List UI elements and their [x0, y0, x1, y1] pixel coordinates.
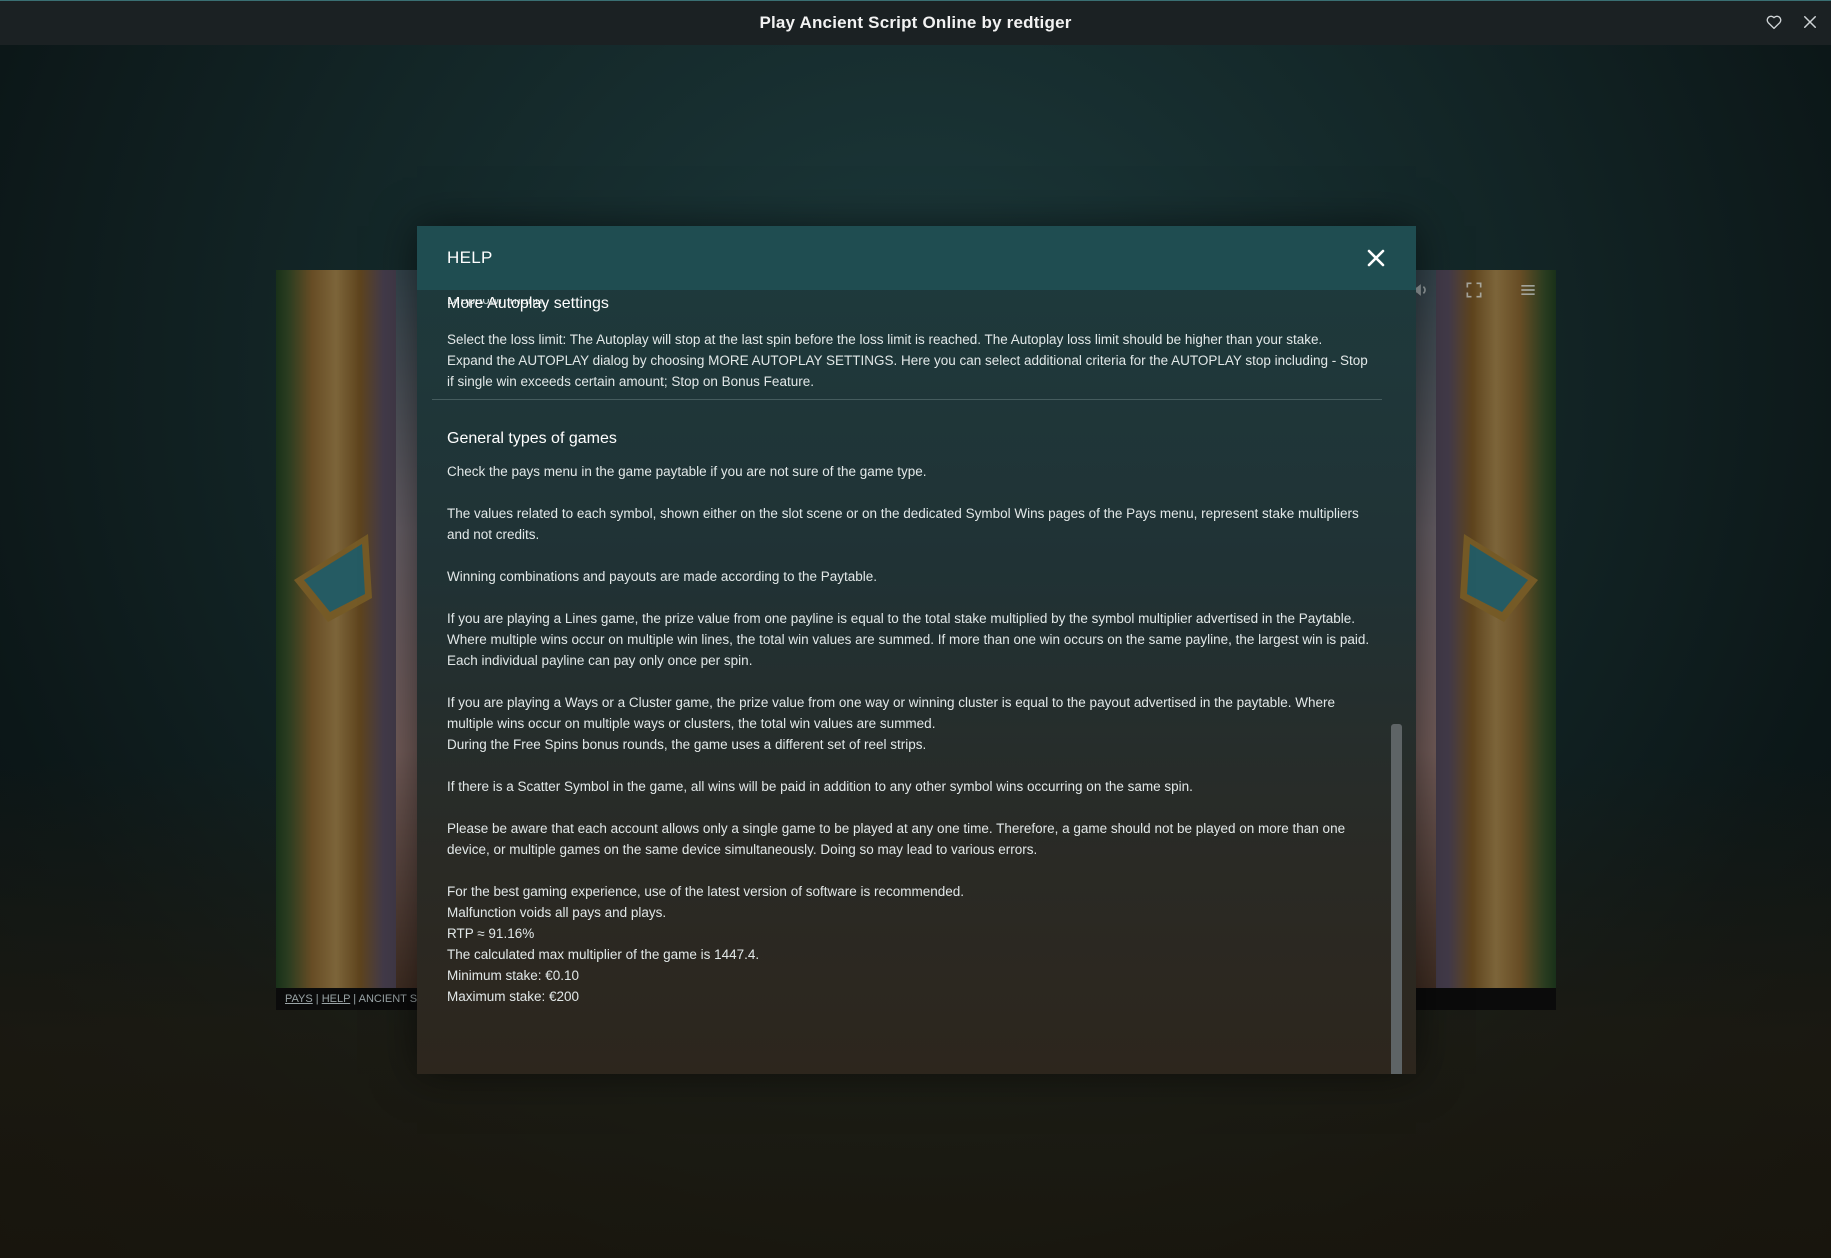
game-controls — [1410, 280, 1538, 300]
paragraph: Select the loss limit: The Autoplay will… — [447, 331, 1323, 347]
paragraph: The values related to each symbol, shown… — [447, 505, 1359, 542]
heart-outline-icon[interactable] — [1763, 11, 1785, 33]
window-title-bar: Play Ancient Script Online by redtiger — [0, 0, 1831, 45]
dialog-title: HELP — [447, 248, 493, 267]
menu-icon[interactable] — [1518, 280, 1538, 300]
window-actions — [1763, 11, 1821, 33]
right-gem-arrow-icon — [1460, 534, 1538, 622]
rtp-value: RTP ≈ 91.16% — [447, 926, 535, 942]
game-name-link: ANCIENT S — [358, 993, 418, 1005]
paragraph: Please be aware that each account allows… — [447, 820, 1346, 857]
game-footer-links: PAYS | HELP | ANCIENT S — [285, 993, 418, 1005]
paragraph: Malfunction voids all pays and plays. — [447, 905, 667, 921]
paragraph: If you are playing a Lines game, the pri… — [447, 610, 1370, 668]
paragraph: During the Free Spins bonus rounds, the … — [447, 736, 927, 752]
help-dialog-content[interactable]: Dropdown menu. More Autoplay settings Se… — [417, 290, 1416, 1074]
paragraph: If there is a Scatter Symbol in the game… — [447, 778, 1193, 794]
paragraph: If you are playing a Ways or a Cluster g… — [447, 694, 1335, 731]
paragraph: Winning combinations and payouts are mad… — [447, 568, 878, 584]
section-heading: More Autoplay settings — [447, 294, 609, 312]
left-gem-arrow-icon — [294, 534, 372, 622]
window-title: Play Ancient Script Online by redtiger — [759, 13, 1072, 32]
close-icon[interactable] — [1364, 246, 1388, 270]
section-divider — [432, 398, 1382, 400]
left-pillar-decoration — [276, 270, 396, 990]
scrollbar-thumb[interactable] — [1391, 724, 1402, 1074]
section-heading: General types of games — [447, 430, 617, 448]
pays-link[interactable]: PAYS — [285, 993, 313, 1005]
minimum-stake: Minimum stake: €0.10 — [447, 968, 580, 984]
paragraph: Expand the AUTOPLAY dialog by choosing M… — [447, 352, 1368, 389]
fullscreen-icon[interactable] — [1464, 280, 1484, 300]
maximum-stake: Maximum stake: €200 — [447, 989, 580, 1005]
help-dialog-header: HELP — [417, 226, 1416, 290]
paragraph: For the best gaming experience, use of t… — [447, 884, 965, 900]
paragraph: Check the pays menu in the game paytable… — [447, 463, 927, 479]
max-multiplier: The calculated max multiplier of the gam… — [447, 947, 760, 963]
right-pillar-decoration — [1436, 270, 1556, 990]
close-icon[interactable] — [1799, 11, 1821, 33]
help-link[interactable]: HELP — [322, 993, 351, 1005]
help-dialog: HELP Dropdown menu. More Autoplay settin… — [417, 226, 1416, 1074]
